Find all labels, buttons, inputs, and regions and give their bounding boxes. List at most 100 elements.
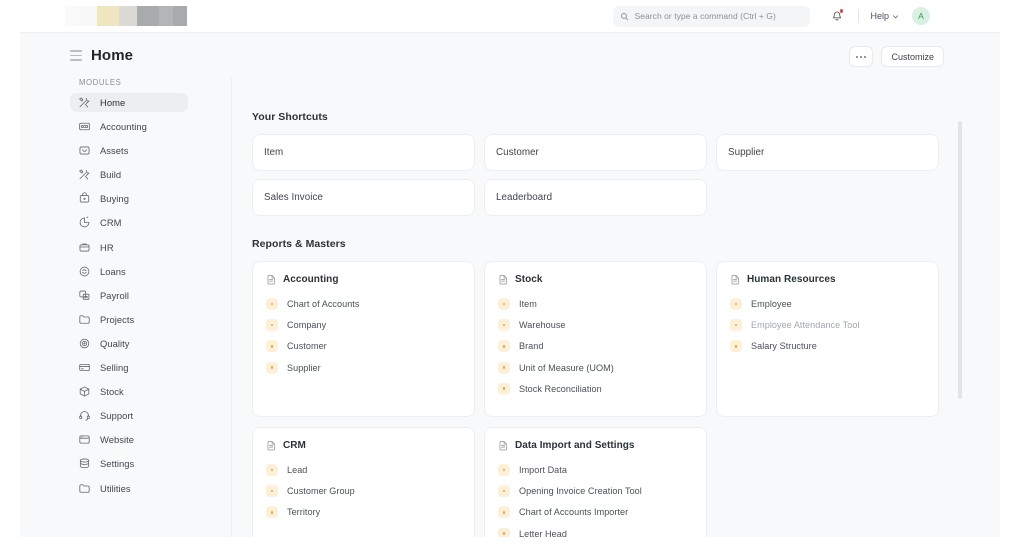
help-menu[interactable]: Help bbox=[865, 8, 904, 24]
report-link[interactable]: Letter Head bbox=[498, 526, 693, 538]
bullet-badge-icon bbox=[266, 506, 278, 519]
search-icon bbox=[620, 12, 629, 21]
document-icon bbox=[498, 274, 509, 285]
report-card-header: Human Resources bbox=[730, 274, 925, 285]
search-input[interactable]: Search or type a command (Ctrl + G) bbox=[613, 5, 811, 27]
report-link-label: Opening Invoice Creation Tool bbox=[519, 486, 642, 497]
bag-icon bbox=[78, 192, 91, 205]
report-link[interactable]: Warehouse bbox=[498, 317, 693, 333]
report-link[interactable]: Customer bbox=[266, 338, 461, 354]
sidebar-section-label: MODULES bbox=[79, 78, 122, 87]
report-link[interactable]: Stock Reconciliation bbox=[498, 381, 693, 397]
report-link-label: Letter Head bbox=[519, 528, 567, 538]
main-content: Your Shortcuts Item Customer Supplier Sales… bbox=[232, 78, 1000, 537]
chevron-down-icon bbox=[892, 13, 899, 20]
folder-icon bbox=[78, 482, 91, 495]
report-link[interactable]: Lead bbox=[266, 462, 461, 478]
shortcut-card[interactable]: Item bbox=[252, 134, 475, 171]
sidebar-item-build[interactable]: Build bbox=[70, 165, 188, 184]
report-link-label: Employee Attendance Tool bbox=[751, 320, 860, 331]
sidebar-item-projects[interactable]: Projects bbox=[70, 310, 188, 329]
customize-button[interactable]: Customize bbox=[881, 46, 944, 67]
more-options-button[interactable] bbox=[849, 46, 874, 67]
avatar[interactable]: A bbox=[912, 7, 930, 25]
sidebar-item-label: Settings bbox=[100, 458, 135, 470]
sidebar-item-payroll[interactable]: Payroll bbox=[70, 286, 188, 305]
report-link-label: Warehouse bbox=[519, 320, 566, 331]
sidebar-item-label: Utilities bbox=[100, 482, 131, 494]
report-card-title: CRM bbox=[283, 439, 306, 451]
browser-viewport: Search or type a command (Ctrl + G) Help bbox=[0, 0, 1026, 549]
notifications-button[interactable] bbox=[822, 0, 852, 32]
report-card-header: Data Import and Settings bbox=[498, 440, 693, 451]
shortcut-card[interactable]: Leaderboard bbox=[484, 179, 707, 216]
hamburger-icon[interactable] bbox=[70, 50, 82, 61]
server-icon bbox=[78, 457, 91, 470]
report-link-label: Chart of Accounts bbox=[287, 299, 360, 309]
report-link[interactable]: Chart of Accounts Importer bbox=[498, 504, 693, 520]
page-title: Home bbox=[91, 47, 134, 64]
sidebar-item-stock[interactable]: Stock bbox=[70, 382, 188, 401]
tools-icon bbox=[78, 96, 91, 109]
sidebar-item-hr[interactable]: HR bbox=[70, 238, 188, 257]
report-link[interactable]: Salary Structure bbox=[730, 338, 925, 354]
calculator-icon bbox=[78, 120, 91, 133]
app-logo[interactable] bbox=[65, 6, 187, 26]
sidebar-item-website[interactable]: Website bbox=[70, 430, 188, 449]
sidebar-item-label: Website bbox=[100, 434, 135, 446]
report-link[interactable]: Employee Attendance Tool bbox=[730, 317, 925, 333]
sidebar-item-label: Payroll bbox=[100, 289, 130, 301]
report-card: Stock Item Warehouse Brand Unit of Measure (… bbox=[484, 261, 707, 417]
sidebar-item-loans[interactable]: Loans bbox=[70, 262, 188, 281]
main-scrollbar-thumb[interactable] bbox=[958, 121, 962, 399]
report-link-label: Company bbox=[287, 320, 327, 331]
report-link[interactable]: Customer Group bbox=[266, 483, 461, 499]
bullet-badge-icon bbox=[498, 319, 510, 332]
sidebar-item-label: Accounting bbox=[100, 121, 147, 133]
report-link-label: Import Data bbox=[519, 464, 567, 475]
report-card: CRM Lead Customer Group Territory bbox=[252, 426, 475, 537]
navbar-right-controls: Search or type a command (Ctrl + G) Help bbox=[613, 0, 930, 32]
sidebar-item-crm[interactable]: CRM bbox=[70, 213, 188, 232]
report-link-label: Brand bbox=[519, 341, 544, 352]
card-icon bbox=[78, 361, 91, 374]
shortcut-card[interactable]: Sales Invoice bbox=[252, 179, 475, 216]
report-link-label: Customer Group bbox=[287, 486, 355, 497]
sidebar-item-settings[interactable]: Settings bbox=[70, 454, 188, 473]
shortcut-label: Sales Invoice bbox=[264, 192, 323, 203]
report-link-label: Salary Structure bbox=[751, 341, 817, 352]
sidebar-item-label: Selling bbox=[100, 362, 129, 374]
search-placeholder: Search or type a command (Ctrl + G) bbox=[634, 11, 776, 21]
sidebar-item-assets[interactable]: Assets bbox=[70, 141, 188, 160]
report-link-label: Employee bbox=[751, 299, 792, 309]
bullet-badge-icon bbox=[730, 340, 742, 353]
report-link[interactable]: Item bbox=[498, 296, 693, 312]
report-link[interactable]: Company bbox=[266, 317, 461, 333]
box-icon bbox=[78, 385, 91, 398]
help-label: Help bbox=[870, 11, 889, 21]
shortcut-card[interactable]: Customer bbox=[484, 134, 707, 171]
sidebar-item-utilities[interactable]: Utilities bbox=[70, 479, 188, 498]
shortcut-card[interactable]: Supplier bbox=[716, 134, 939, 171]
sidebar-item-buying[interactable]: Buying bbox=[70, 189, 188, 208]
report-card: Data Import and Settings Import Data Openi… bbox=[484, 426, 707, 538]
report-link[interactable]: Supplier bbox=[266, 360, 461, 376]
report-link[interactable]: Chart of Accounts bbox=[266, 296, 461, 312]
report-link[interactable]: Brand bbox=[498, 338, 693, 354]
sidebar-item-home[interactable]: Home bbox=[70, 93, 188, 112]
sidebar-item-label: Home bbox=[100, 97, 126, 108]
sidebar-item-support[interactable]: Support bbox=[70, 406, 188, 425]
sidebar-item-accounting[interactable]: Accounting bbox=[70, 117, 188, 136]
report-link[interactable]: Employee bbox=[730, 296, 925, 312]
sidebar-item-quality[interactable]: Quality bbox=[70, 334, 188, 353]
report-link[interactable]: Import Data bbox=[498, 462, 693, 478]
bullet-badge-icon bbox=[498, 506, 510, 519]
shortcuts-section-title: Your Shortcuts bbox=[252, 111, 328, 123]
shortcut-label: Supplier bbox=[728, 147, 765, 158]
sidebar-item-label: Build bbox=[100, 169, 122, 181]
bullet-badge-icon bbox=[498, 340, 510, 353]
report-link[interactable]: Territory bbox=[266, 504, 461, 520]
report-link[interactable]: Opening Invoice Creation Tool bbox=[498, 483, 693, 499]
report-link[interactable]: Unit of Measure (UOM) bbox=[498, 360, 693, 376]
sidebar-item-selling[interactable]: Selling bbox=[70, 358, 188, 377]
